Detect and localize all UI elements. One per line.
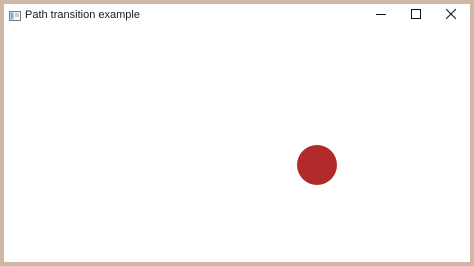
close-button[interactable] xyxy=(434,4,468,26)
app-window: Path transition example xyxy=(0,0,474,266)
maximize-icon xyxy=(411,6,421,24)
minimize-button[interactable] xyxy=(364,4,398,26)
window-title: Path transition example xyxy=(25,9,140,21)
window-app-icon xyxy=(9,8,21,21)
animated-ball xyxy=(297,145,337,185)
close-icon xyxy=(445,6,457,24)
maximize-button[interactable] xyxy=(399,4,433,26)
title-bar[interactable]: Path transition example xyxy=(4,4,470,26)
minimize-icon xyxy=(376,6,386,24)
scene-canvas xyxy=(4,26,470,262)
